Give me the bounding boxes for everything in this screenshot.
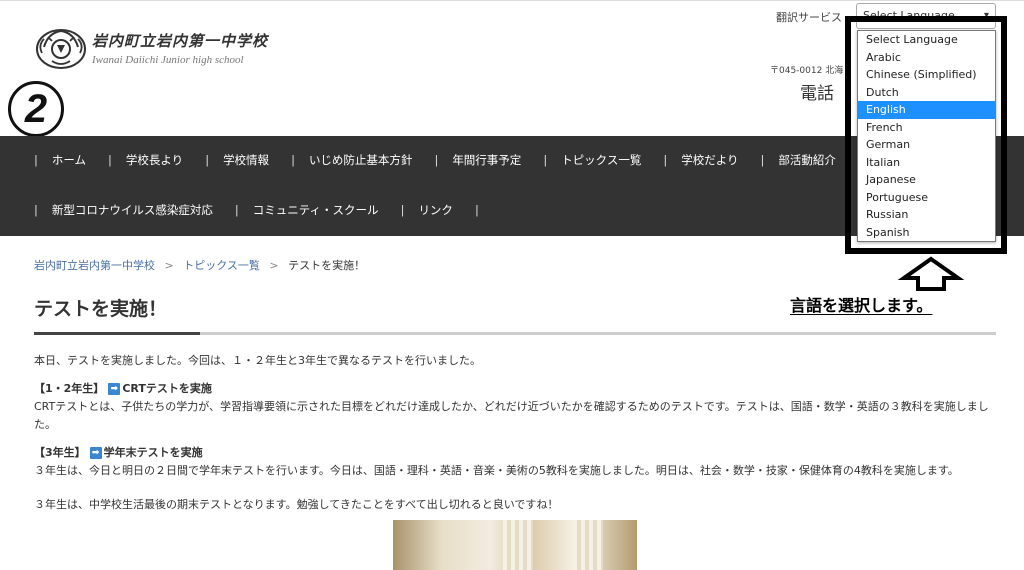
nav-separator: | xyxy=(543,153,548,167)
section-1-label: 【1・2年生】 xyxy=(34,382,105,395)
nav-item-covid[interactable]: 新型コロナウイルス感染症対応 xyxy=(52,202,213,218)
language-option-chinese[interactable]: Chinese (Simplified) xyxy=(858,66,995,84)
intro-paragraph: 本日、テストを実施しました。今回は、１・２年生と3年生で異なるテストを行いました… xyxy=(34,354,481,367)
language-option-japanese[interactable]: Japanese xyxy=(858,171,995,189)
postal-address: 〒045-0012 北海 xyxy=(770,66,844,76)
language-option-arabic[interactable]: Arabic xyxy=(858,49,995,67)
nav-separator: | xyxy=(34,203,38,217)
arrow-right-icon: ➡ xyxy=(108,383,121,395)
nav-item-links[interactable]: リンク xyxy=(418,202,453,218)
nav-item-school-info[interactable]: 学校情報 xyxy=(223,152,269,168)
nav-separator: | xyxy=(474,203,479,217)
nav-item-anti-bullying[interactable]: いじめ防止基本方針 xyxy=(309,152,413,168)
section-1-body: CRTテストとは、子供たちの学力が、学習指導要領に示された目標をどれだけ達成した… xyxy=(34,400,989,431)
language-option-french[interactable]: French xyxy=(858,119,995,137)
article-body: 本日、テストを実施しました。今回は、１・２年生と3年生で異なるテストを行いました… xyxy=(34,352,996,524)
language-option-portuguese[interactable]: Portuguese xyxy=(858,189,995,207)
nav-separator: | xyxy=(34,153,38,167)
language-option-russian[interactable]: Russian xyxy=(858,206,995,224)
breadcrumb-separator: > xyxy=(164,259,174,272)
language-option-italian[interactable]: Italian xyxy=(858,154,995,172)
language-option-select[interactable]: Select Language xyxy=(858,31,995,49)
nav-item-newsletter[interactable]: 学校だより xyxy=(681,152,738,168)
section-2-label: 【3年生】 xyxy=(34,446,86,459)
classroom-photo xyxy=(393,520,637,570)
nav-item-annual-events[interactable]: 年間行事予定 xyxy=(452,152,521,168)
breadcrumb-home[interactable]: 岩内町立岩内第一中学校 xyxy=(34,259,155,272)
breadcrumb-topics[interactable]: トピックス一覧 xyxy=(183,259,260,272)
phone-label: 電話（ xyxy=(800,84,851,104)
photo-curtain xyxy=(573,520,603,570)
nav-separator: | xyxy=(663,153,668,167)
nav-row-2: | 新型コロナウイルス感染症対応 | コミュニティ・スクール | リンク | xyxy=(34,202,493,218)
nav-item-principal[interactable]: 学校長より xyxy=(126,152,183,168)
nav-separator: | xyxy=(434,153,439,167)
instruction-annotation: 言語を選択します。 xyxy=(790,296,933,315)
school-emblem-icon xyxy=(36,29,86,69)
nav-item-topics[interactable]: トピックス一覧 xyxy=(561,152,641,168)
language-option-english[interactable]: English xyxy=(858,101,995,119)
title-underline xyxy=(34,332,996,335)
nav-separator: | xyxy=(234,203,239,217)
school-name-jp: 岩内町立岩内第一中学校 xyxy=(92,32,269,50)
breadcrumb: 岩内町立岩内第一中学校 > トピックス一覧 > テストを実施！ xyxy=(34,257,365,273)
breadcrumb-current: テストを実施！ xyxy=(288,259,366,272)
nav-row-1: | ホーム | 学校長より | 学校情報 | いじめ防止基本方針 | 年間行事予… xyxy=(34,152,858,168)
nav-item-community-school[interactable]: コミュニティ・スクール xyxy=(253,202,379,218)
section-1-heading: 【1・2年生】 ➡ CRTテストを実施 xyxy=(34,380,996,398)
language-option-spanish[interactable]: Spanish xyxy=(858,224,995,242)
photo-curtain xyxy=(503,520,533,570)
arrow-right-icon: ➡ xyxy=(89,447,102,459)
language-dropdown-list[interactable]: Select Language Arabic Chinese (Simplifi… xyxy=(857,30,996,242)
language-option-german[interactable]: German xyxy=(858,136,995,154)
translate-service-label: 翻訳サービス xyxy=(776,11,842,24)
section-2-heading: 【3年生】 ➡ 学年末テストを実施 xyxy=(34,444,996,462)
page-title: テストを実施！ xyxy=(34,298,168,320)
school-logo[interactable]: 岩内町立岩内第一中学校 Iwanai Daiichi Junior high s… xyxy=(34,25,268,71)
nav-separator: | xyxy=(108,153,112,167)
nav-separator: | xyxy=(400,203,405,217)
nav-separator: | xyxy=(205,153,210,167)
nav-separator: | xyxy=(291,153,295,167)
nav-item-home[interactable]: ホーム xyxy=(52,152,86,168)
up-arrow-icon xyxy=(897,256,965,291)
breadcrumb-separator: > xyxy=(269,259,279,272)
step-number-badge: 2 xyxy=(8,81,64,137)
school-name-en: Iwanai Daiichi Junior high school xyxy=(92,54,244,66)
closing-paragraph: ３年生は、中学校生活最後の期末テストとなります。勉強してきたことをすべて出し切れ… xyxy=(34,498,559,511)
section-2-title: 学年末テストを実施 xyxy=(103,446,203,459)
section-1-title: CRTテストを実施 xyxy=(122,382,212,395)
nav-item-clubs[interactable]: 部活動紹介 xyxy=(778,152,836,168)
nav-separator: | xyxy=(760,153,765,167)
section-2-body: ３年生は、今日と明日の２日間で学年末テストを行います。今日は、国語・理科・英語・… xyxy=(34,464,959,477)
language-option-dutch[interactable]: Dutch xyxy=(858,84,995,102)
